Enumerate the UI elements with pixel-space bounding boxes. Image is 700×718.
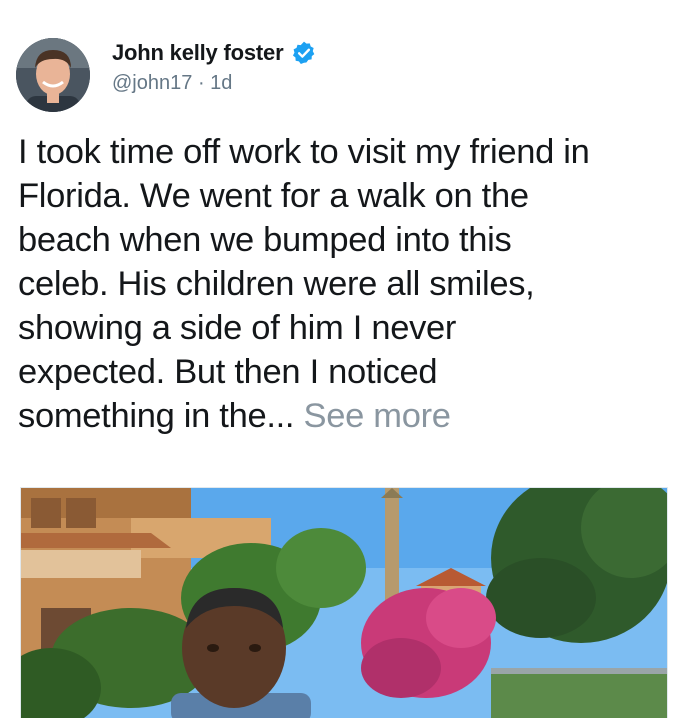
tweet-card: John kelly foster @john17 · 1d I took ti… [0, 0, 700, 718]
tweet-line: Florida. We went for a walk on the [18, 177, 529, 215]
tweet-line: showing a side of him I never [18, 309, 457, 347]
tweet-line: I took time off work to visit my friend … [18, 133, 590, 171]
tweet-truncated-text: something in the... [18, 397, 295, 435]
tweet-line: beach when we bumped into this [18, 221, 512, 259]
author-avatar[interactable] [16, 38, 90, 112]
author-handle[interactable]: @john17 [112, 72, 192, 94]
tweet-timestamp[interactable]: 1d [210, 72, 232, 94]
tweet-line-last: something in the... See more [18, 394, 688, 438]
meta-separator: · [197, 72, 205, 94]
author-meta: @john17 · 1d [112, 72, 232, 95]
tweet-line: celeb. His children were all smiles, [18, 265, 535, 303]
tweet-photo[interactable] [20, 487, 668, 718]
see-more-link[interactable]: See more [304, 397, 451, 435]
tweet-text: I took time off work to visit my friend … [18, 130, 688, 438]
author-name-row: John kelly foster [112, 38, 317, 68]
author-display-name[interactable]: John kelly foster [112, 40, 284, 66]
tweet-line: expected. But then I noticed [18, 353, 438, 391]
verified-badge-icon [291, 40, 317, 66]
